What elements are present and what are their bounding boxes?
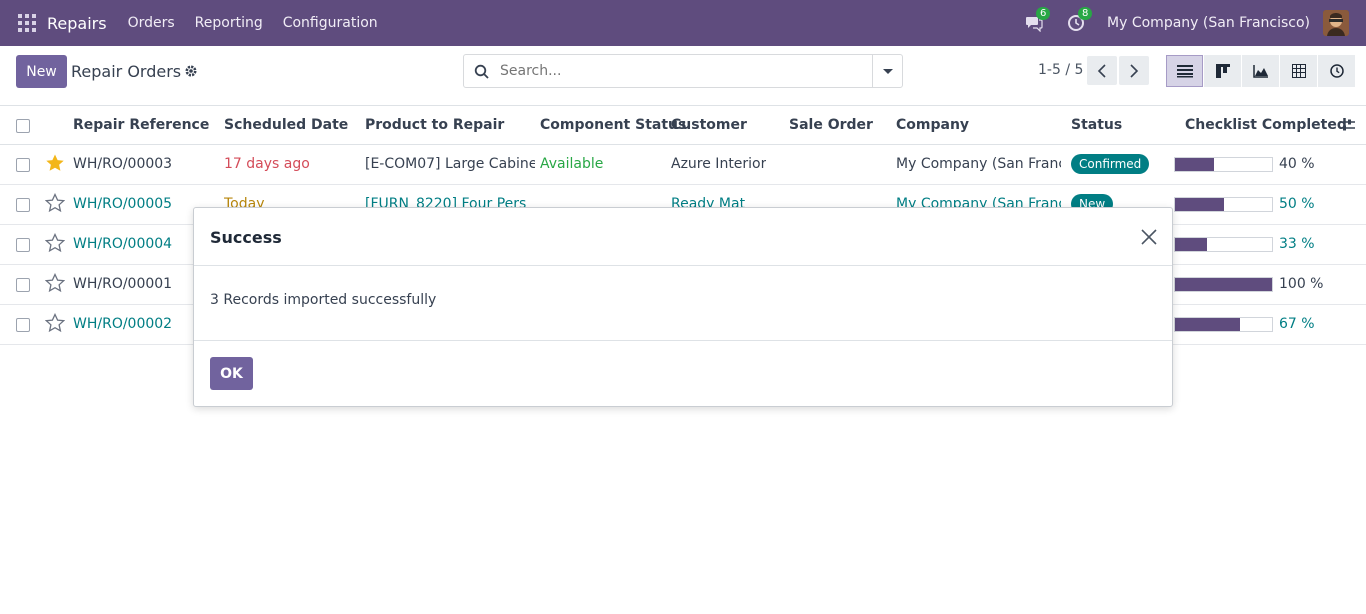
modal-backdrop: Success 3 Records imported successfully … [0, 0, 1366, 614]
dialog-footer: OK [194, 341, 1172, 407]
dialog-message: 3 Records imported successfully [210, 292, 437, 308]
dialog-header: Success [194, 208, 1172, 266]
close-icon[interactable] [1140, 228, 1158, 246]
dialog-body: 3 Records imported successfully [194, 266, 1172, 341]
dialog-title: Success [210, 228, 282, 247]
ok-button[interactable]: OK [210, 357, 253, 390]
success-dialog: Success 3 Records imported successfully … [193, 207, 1173, 407]
